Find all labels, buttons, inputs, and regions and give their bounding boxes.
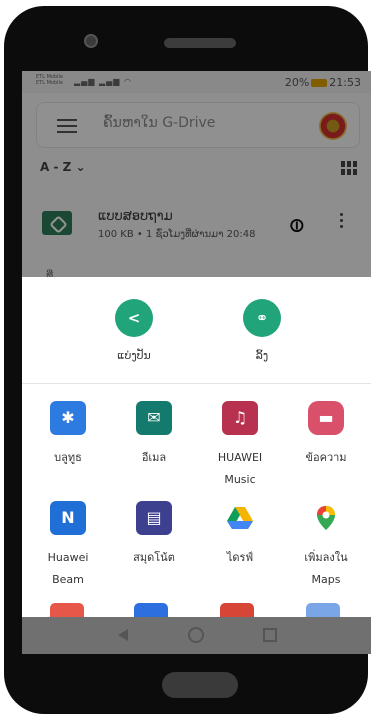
app-label: เพิ่มลงใน Maps bbox=[304, 551, 348, 586]
share-icon[interactable]: < bbox=[115, 299, 153, 337]
nfc-icon[interactable]: N bbox=[50, 501, 86, 535]
maps-pin-icon[interactable] bbox=[308, 501, 344, 535]
app-label: Huawei Beam bbox=[47, 551, 89, 586]
app-label: สมุดโน้ต bbox=[133, 551, 175, 564]
music-icon[interactable]: ♫ bbox=[222, 401, 258, 435]
divider bbox=[22, 383, 371, 384]
navigation-bar bbox=[22, 617, 371, 654]
link-option[interactable]: ⚭ ລິ້ງ bbox=[222, 299, 302, 362]
app-icon-peek[interactable] bbox=[134, 603, 168, 617]
app-label: บลูทูธ bbox=[54, 451, 82, 464]
app-drive[interactable]: ไดรฟ์ bbox=[198, 501, 282, 569]
app-label: อีเมล bbox=[141, 451, 167, 464]
app-messages[interactable]: ▬ ข้อความ bbox=[284, 401, 368, 469]
share-option[interactable]: < ແບ່ງປັນ bbox=[94, 299, 174, 362]
app-huawei-beam[interactable]: N Huawei Beam bbox=[26, 501, 110, 591]
email-icon[interactable]: ✉ bbox=[136, 401, 172, 435]
app-label: ไดรฟ์ bbox=[226, 551, 254, 564]
app-icon-peek[interactable] bbox=[50, 603, 84, 617]
drive-icon[interactable] bbox=[222, 501, 258, 535]
app-icon-peek[interactable] bbox=[306, 603, 340, 617]
link-label: ລິ້ງ bbox=[255, 349, 269, 362]
bluetooth-icon[interactable]: ✱ bbox=[50, 401, 86, 435]
share-label: ແບ່ງປັນ bbox=[117, 349, 151, 362]
more-apps-row bbox=[22, 603, 371, 617]
app-icon-peek[interactable] bbox=[220, 603, 254, 617]
app-huawei-music[interactable]: ♫ HUAWEI Music bbox=[198, 401, 282, 491]
back-icon[interactable] bbox=[116, 628, 128, 642]
camera bbox=[84, 34, 98, 48]
notepad-icon[interactable]: ▤ bbox=[136, 501, 172, 535]
app-email[interactable]: ✉ อีเมล bbox=[112, 401, 196, 469]
app-label: ข้อความ bbox=[305, 451, 347, 464]
app-notepad[interactable]: ▤ สมุดโน้ต bbox=[112, 501, 196, 569]
screen: ETL Mobile ETL Mobile ▂▄▆ ▂▄▆ ◠ 20% 21:53… bbox=[22, 71, 371, 654]
app-bluetooth[interactable]: ✱ บลูทูธ bbox=[26, 401, 110, 469]
recents-icon[interactable] bbox=[263, 628, 277, 642]
app-label: HUAWEI Music bbox=[217, 451, 263, 486]
link-icon[interactable]: ⚭ bbox=[243, 299, 281, 337]
app-maps[interactable]: เพิ่มลงใน Maps bbox=[284, 501, 368, 591]
messages-icon[interactable]: ▬ bbox=[308, 401, 344, 435]
hardware-home-button[interactable] bbox=[162, 672, 238, 698]
share-bottom-sheet: < ແບ່ງປັນ ⚭ ລິ້ງ ✱ บลูทูธ ✉ อีเมล ♫ HUAW… bbox=[22, 277, 371, 617]
speaker bbox=[164, 38, 236, 48]
home-icon[interactable] bbox=[188, 627, 204, 643]
